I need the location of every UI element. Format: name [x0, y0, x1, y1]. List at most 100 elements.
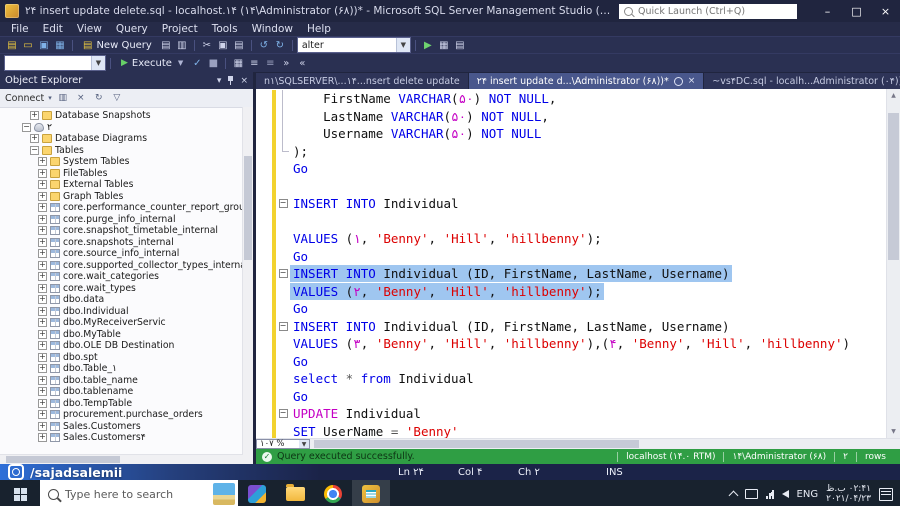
- tree-item[interactable]: + dbo.MyTable: [0, 329, 253, 341]
- menu-item-view[interactable]: View: [70, 23, 109, 35]
- tree-item[interactable]: + procurement.purchase_orders: [0, 409, 253, 421]
- options-icon[interactable]: ▤: [452, 38, 468, 52]
- expander-icon[interactable]: +: [38, 410, 47, 420]
- taskbar-app-ssms[interactable]: [352, 480, 390, 506]
- expander-icon[interactable]: +: [38, 249, 47, 259]
- results-grid-icon[interactable]: ▦: [436, 38, 452, 52]
- expander-icon[interactable]: +: [38, 203, 47, 213]
- new-document-icon[interactable]: ▤: [158, 38, 174, 52]
- code-line[interactable]: [256, 212, 887, 230]
- expander-icon[interactable]: +: [38, 421, 47, 431]
- expander-icon[interactable]: +: [38, 214, 47, 224]
- scrollbar-thumb[interactable]: [244, 155, 252, 261]
- tree-item[interactable]: + Database Snapshots: [0, 110, 253, 122]
- cut-icon[interactable]: ✂: [199, 38, 215, 52]
- tree-item[interactable]: + FileTables: [0, 168, 253, 180]
- expander-icon[interactable]: +: [38, 398, 47, 408]
- language-indicator[interactable]: ENG: [797, 489, 819, 500]
- expander-icon[interactable]: −: [30, 145, 39, 155]
- menu-item-project[interactable]: Project: [155, 23, 205, 35]
- expander-icon[interactable]: +: [38, 318, 47, 328]
- code-line[interactable]: VALUES (۳, 'Benny', 'Hill', 'hillbenny')…: [256, 335, 887, 353]
- start-button[interactable]: [0, 480, 40, 506]
- collapse-icon[interactable]: −: [278, 199, 288, 209]
- tree-item[interactable]: + core.wait_types: [0, 283, 253, 295]
- code-line[interactable]: FirstName VARCHAR(۵۰) NOT NULL,: [256, 90, 887, 108]
- menu-item-window[interactable]: Window: [245, 23, 300, 35]
- scrollbar-thumb[interactable]: [6, 456, 120, 463]
- refresh-icon[interactable]: ↻: [92, 92, 106, 105]
- tree-item[interactable]: + Graph Tables: [0, 191, 253, 203]
- tree-item[interactable]: + dbo.MyReceiverServic: [0, 317, 253, 329]
- expander-icon[interactable]: +: [30, 111, 39, 121]
- collapse-icon[interactable]: −: [278, 269, 288, 279]
- monitor-icon[interactable]: [744, 489, 758, 499]
- document-tab-1[interactable]: n۱\SQLSERVER\...۱۴...nsert delete update: [256, 73, 468, 89]
- code-line[interactable]: );: [256, 142, 887, 160]
- copy-icon[interactable]: ▣: [215, 38, 231, 52]
- new-query-button[interactable]: ▤ New Query: [77, 40, 158, 51]
- paste-icon[interactable]: ▤: [231, 38, 247, 52]
- expander-icon[interactable]: +: [38, 352, 47, 362]
- code-line[interactable]: VALUES (۲, 'Benny', 'Hill', 'hillbenny')…: [256, 282, 887, 300]
- connect-button[interactable]: Connect: [5, 93, 44, 104]
- object-explorer-vscrollbar[interactable]: [242, 107, 253, 455]
- pin-icon[interactable]: [228, 76, 234, 85]
- tree-item[interactable]: + dbo.spt: [0, 352, 253, 364]
- code-line[interactable]: Go: [256, 247, 887, 265]
- tree-item[interactable]: + dbo.table_name: [0, 375, 253, 387]
- search-highlight-image[interactable]: [213, 483, 235, 505]
- server-icon[interactable]: ▥: [56, 92, 70, 105]
- expander-icon[interactable]: +: [38, 180, 47, 190]
- minimize-button[interactable]: –: [813, 0, 842, 22]
- chevron-down-icon[interactable]: ▾: [217, 76, 222, 86]
- chevron-down-icon[interactable]: ▼: [395, 38, 410, 52]
- collapse-icon[interactable]: −: [278, 409, 288, 419]
- close-icon[interactable]: ×: [688, 76, 696, 86]
- code-line[interactable]: Go: [256, 160, 887, 178]
- volume-icon[interactable]: [770, 490, 789, 498]
- tree-item[interactable]: + dbo.data: [0, 294, 253, 306]
- code-line[interactable]: − INSERT INTO Individual (ID, FirstName, …: [256, 265, 887, 283]
- chevron-down-icon[interactable]: ▼: [91, 56, 105, 70]
- tree-item[interactable]: + core.performance_counter_report_group_i…: [0, 202, 253, 214]
- document-tab-2[interactable]: ۲۴ insert update d...\Administrator (۶۸)…: [468, 73, 704, 89]
- database-combo[interactable]: alter ▼: [296, 37, 411, 53]
- outdent-icon[interactable]: «: [294, 56, 310, 70]
- tree-item[interactable]: − Tables: [0, 145, 253, 157]
- results-pane-icon[interactable]: ▦: [230, 56, 246, 70]
- disconnect-icon[interactable]: ×: [74, 92, 88, 105]
- tree-item[interactable]: −۲: [0, 122, 253, 134]
- menu-item-help[interactable]: Help: [300, 23, 338, 35]
- code-line[interactable]: LastName VARCHAR(۵۰) NOT NULL,: [256, 107, 887, 125]
- new-file-icon[interactable]: ▤: [4, 38, 20, 52]
- menu-item-query[interactable]: Query: [109, 23, 155, 35]
- close-button[interactable]: ×: [871, 0, 900, 22]
- open-document-icon[interactable]: ▥: [174, 38, 190, 52]
- taskbar-app-media[interactable]: [238, 480, 276, 506]
- clock[interactable]: ۰۲:۴۱ ب.ظ ۲۰۲۱/۰۴/۲۳: [826, 484, 871, 504]
- editor-hscrollbar[interactable]: [310, 439, 900, 449]
- execute-button[interactable]: ▶ Execute ▼: [115, 58, 189, 69]
- expander-icon[interactable]: +: [38, 168, 47, 178]
- code-line[interactable]: Go: [256, 387, 887, 405]
- collapse-icon[interactable]: −: [278, 321, 288, 331]
- code-line[interactable]: Go: [256, 300, 887, 318]
- zoom-combo[interactable]: ۱۰۷ % ▼: [256, 439, 310, 449]
- code-line[interactable]: [256, 177, 887, 195]
- tree-item[interactable]: + dbo.Individual: [0, 306, 253, 318]
- tree-item[interactable]: + core.purge_info_internal: [0, 214, 253, 226]
- taskbar-search-input[interactable]: Type here to search: [40, 480, 238, 506]
- save-icon[interactable]: ▣: [36, 38, 52, 52]
- tree-item[interactable]: + Sales.Customers: [0, 421, 253, 433]
- expander-icon[interactable]: +: [38, 387, 47, 397]
- expander-icon[interactable]: +: [38, 341, 47, 351]
- expander-icon[interactable]: +: [38, 433, 47, 443]
- tree-item[interactable]: + dbo.TempTable: [0, 398, 253, 410]
- tree-item[interactable]: + core.source_info_internal: [0, 248, 253, 260]
- connection-combo[interactable]: ▼: [4, 55, 106, 71]
- scrollbar-thumb[interactable]: [888, 113, 899, 260]
- code-line[interactable]: Go: [256, 352, 887, 370]
- comment-icon[interactable]: ≡: [246, 56, 262, 70]
- code-line[interactable]: VALUES (۱, 'Benny', 'Hill', 'hillbenny')…: [256, 230, 887, 248]
